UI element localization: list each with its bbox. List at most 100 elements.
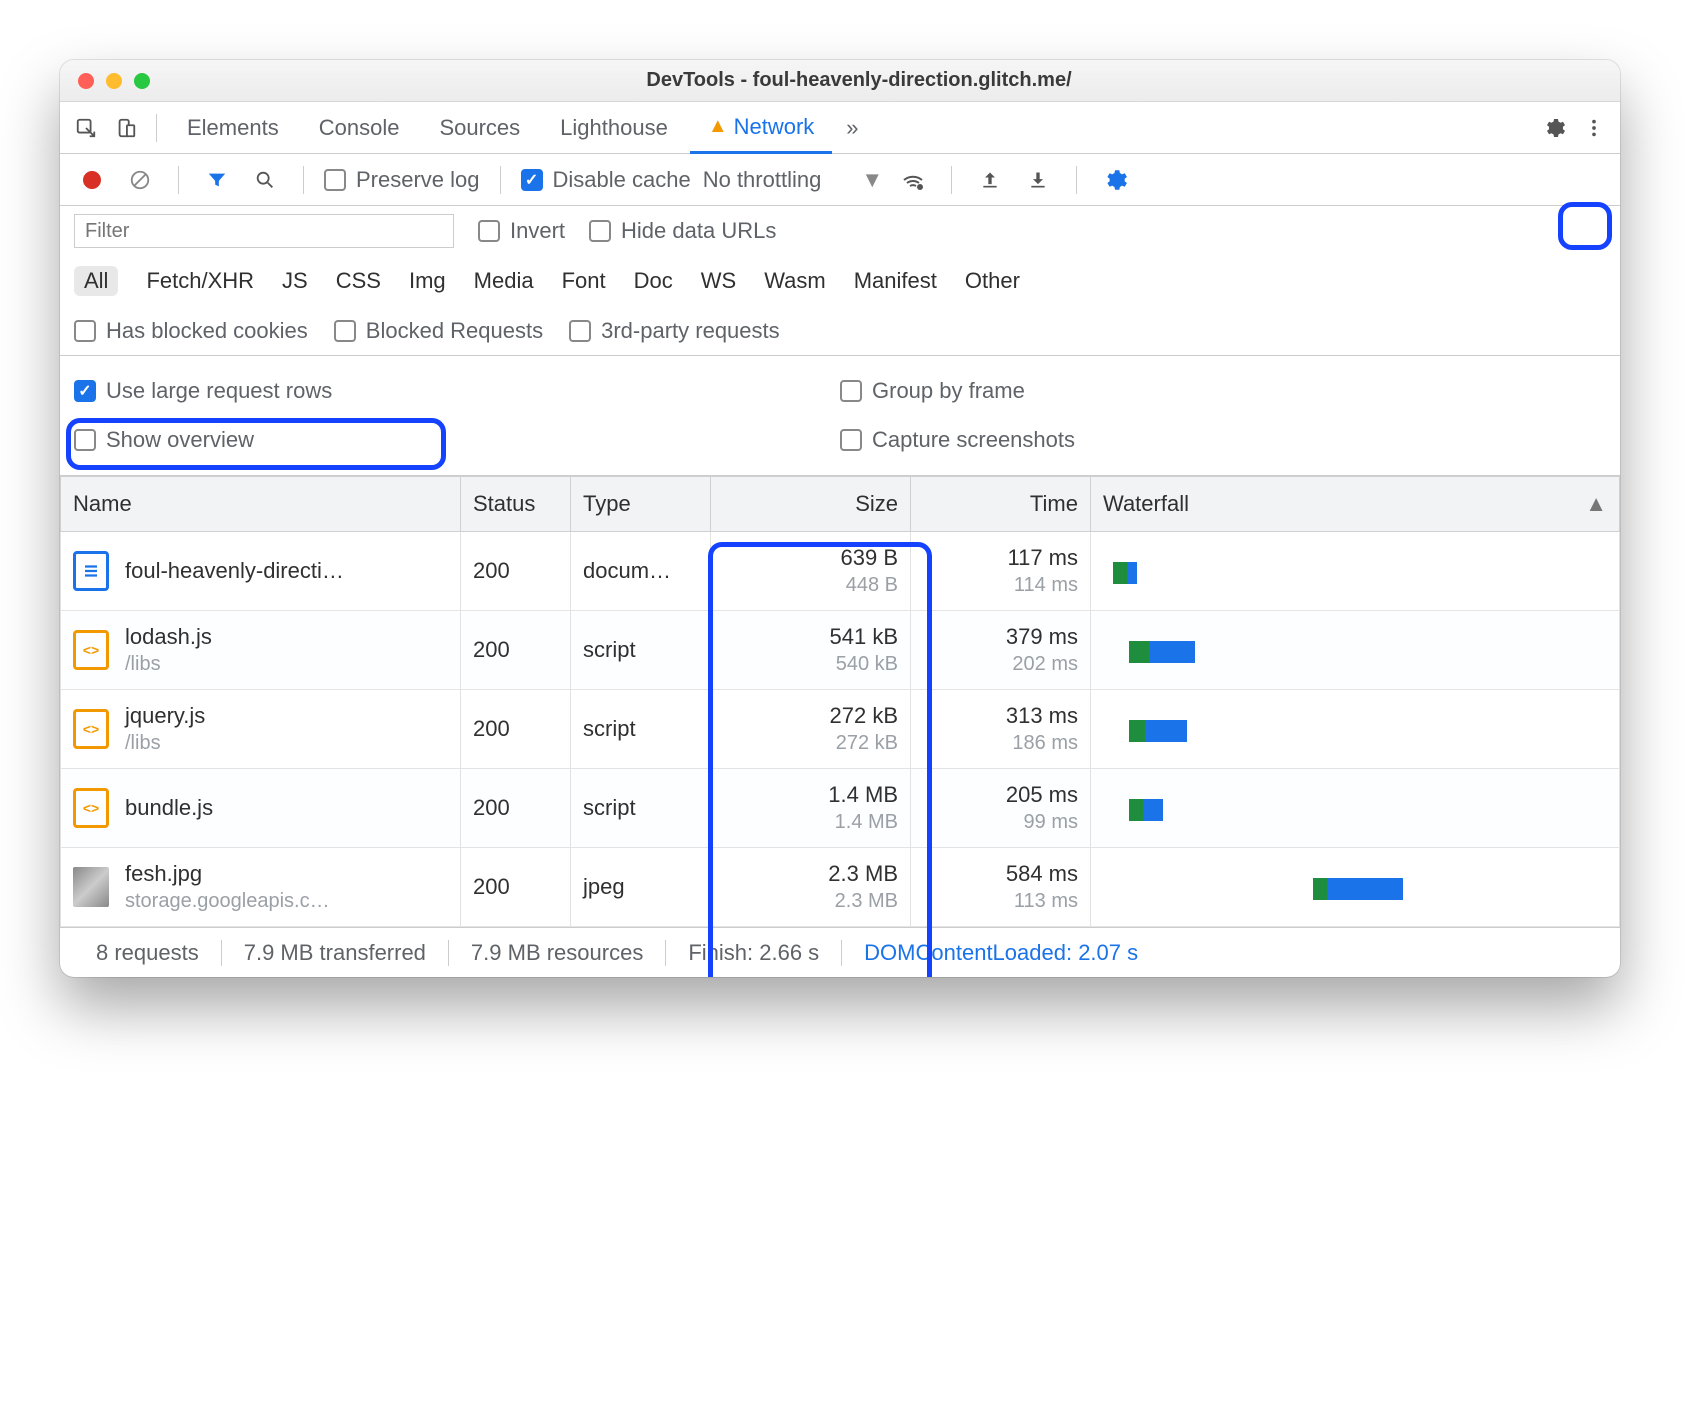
col-size[interactable]: Size xyxy=(711,477,911,532)
chevron-down-icon: ▼ xyxy=(861,167,883,193)
filter-input[interactable] xyxy=(74,214,454,248)
warning-icon: ▲ xyxy=(708,115,728,138)
preserve-log-checkbox[interactable]: Preserve log xyxy=(324,167,480,193)
panel-tabs: Elements Console Sources Lighthouse ▲Net… xyxy=(60,102,1620,154)
table-row[interactable]: <>bundle.js200script1.4 MB1.4 MB205 ms99… xyxy=(61,769,1620,848)
table-row[interactable]: fesh.jpgstorage.googleapis.c…200jpeg2.3 … xyxy=(61,848,1620,927)
cell-status: 200 xyxy=(461,769,571,848)
cell-size: 639 B xyxy=(841,543,899,573)
waterfall-cell xyxy=(1103,779,1607,837)
chip-fetch-xhr[interactable]: Fetch/XHR xyxy=(146,268,254,294)
waterfall-cell xyxy=(1103,621,1607,679)
cell-time-latency: 114 ms xyxy=(1014,572,1078,599)
tab-network[interactable]: ▲Network xyxy=(690,103,832,154)
import-har-icon[interactable] xyxy=(972,162,1008,198)
table-row[interactable]: <>jquery.js/libs200script272 kB272 kB313… xyxy=(61,690,1620,769)
filter-icon[interactable] xyxy=(199,162,235,198)
status-dcl: DOMContentLoaded: 2.07 s xyxy=(842,940,1160,966)
cell-status: 200 xyxy=(461,611,571,690)
tab-elements[interactable]: Elements xyxy=(169,102,297,153)
network-settings-icon[interactable] xyxy=(1097,162,1133,198)
inspect-icon[interactable] xyxy=(68,110,104,146)
chip-all[interactable]: All xyxy=(74,266,118,296)
status-bar: 8 requests 7.9 MB transferred 7.9 MB res… xyxy=(60,927,1620,977)
cell-status: 200 xyxy=(461,690,571,769)
device-toggle-icon[interactable] xyxy=(108,110,144,146)
chip-other[interactable]: Other xyxy=(965,268,1020,294)
network-conditions-icon[interactable] xyxy=(895,162,931,198)
cell-time-latency: 186 ms xyxy=(1012,730,1078,757)
capture-screenshots-checkbox[interactable]: Capture screenshots xyxy=(840,427,1606,453)
clear-button[interactable] xyxy=(122,162,158,198)
cell-size: 272 kB xyxy=(830,701,899,731)
tab-console[interactable]: Console xyxy=(301,102,418,153)
status-resources: 7.9 MB resources xyxy=(449,940,666,966)
cell-time: 584 ms xyxy=(1006,859,1078,889)
network-toolbar: Preserve log Disable cache No throttling… xyxy=(60,154,1620,206)
invert-checkbox[interactable]: Invert xyxy=(478,218,565,244)
large-rows-checkbox[interactable]: Use large request rows xyxy=(74,378,840,404)
maximize-window-button[interactable] xyxy=(134,73,150,89)
settings-icon[interactable] xyxy=(1536,110,1572,146)
minimize-window-button[interactable] xyxy=(106,73,122,89)
request-name: lodash.js xyxy=(125,622,212,652)
search-icon[interactable] xyxy=(247,162,283,198)
request-path: storage.googleapis.c… xyxy=(125,888,330,915)
chip-js[interactable]: JS xyxy=(282,268,308,294)
throttling-select[interactable]: No throttling▼ xyxy=(703,167,883,193)
cell-size-uncompressed: 448 B xyxy=(846,572,898,599)
chip-media[interactable]: Media xyxy=(474,268,534,294)
cell-type: script xyxy=(571,769,711,848)
col-waterfall[interactable]: Waterfall▲ xyxy=(1091,477,1620,532)
cell-time-latency: 113 ms xyxy=(1014,888,1078,915)
table-row[interactable]: <>lodash.js/libs200script541 kB540 kB379… xyxy=(61,611,1620,690)
disable-cache-checkbox[interactable]: Disable cache xyxy=(521,167,691,193)
kebab-menu-icon[interactable] xyxy=(1576,110,1612,146)
close-window-button[interactable] xyxy=(78,73,94,89)
image-icon xyxy=(73,867,109,907)
chip-font[interactable]: Font xyxy=(562,268,606,294)
waterfall-cell xyxy=(1103,700,1607,758)
request-name: bundle.js xyxy=(125,793,213,823)
cell-size-uncompressed: 540 kB xyxy=(836,651,898,678)
export-har-icon[interactable] xyxy=(1020,162,1056,198)
col-name[interactable]: Name xyxy=(61,477,461,532)
col-type[interactable]: Type xyxy=(571,477,711,532)
chip-doc[interactable]: Doc xyxy=(634,268,673,294)
tab-lighthouse[interactable]: Lighthouse xyxy=(542,102,686,153)
tab-sources[interactable]: Sources xyxy=(421,102,538,153)
col-status[interactable]: Status xyxy=(461,477,571,532)
show-overview-checkbox[interactable]: Show overview xyxy=(74,427,840,453)
titlebar: DevTools - foul-heavenly-direction.glitc… xyxy=(60,60,1620,102)
chip-wasm[interactable]: Wasm xyxy=(764,268,826,294)
cell-size: 541 kB xyxy=(830,622,899,652)
cell-status: 200 xyxy=(461,848,571,927)
filter-row: Invert Hide data URLs xyxy=(60,206,1620,256)
request-name: foul-heavenly-directi… xyxy=(125,556,344,586)
cell-time: 313 ms xyxy=(1006,701,1078,731)
chip-css[interactable]: CSS xyxy=(336,268,381,294)
waterfall-cell xyxy=(1103,858,1607,916)
record-button[interactable] xyxy=(74,162,110,198)
chip-ws[interactable]: WS xyxy=(701,268,736,294)
cell-type: script xyxy=(571,611,711,690)
separator xyxy=(156,114,157,142)
cell-size-uncompressed: 2.3 MB xyxy=(835,888,898,915)
cell-type: script xyxy=(571,690,711,769)
script-icon: <> xyxy=(73,630,109,670)
table-row[interactable]: foul-heavenly-directi…200docum…639 B448 … xyxy=(61,532,1620,611)
blocked-cookies-checkbox[interactable]: Has blocked cookies xyxy=(74,318,308,344)
network-settings-panel: Use large request rows Show overview Gro… xyxy=(60,356,1620,476)
cell-size: 1.4 MB xyxy=(828,780,898,810)
blocked-requests-checkbox[interactable]: Blocked Requests xyxy=(334,318,543,344)
cell-status: 200 xyxy=(461,532,571,611)
cell-type: jpeg xyxy=(571,848,711,927)
chip-img[interactable]: Img xyxy=(409,268,446,294)
third-party-checkbox[interactable]: 3rd-party requests xyxy=(569,318,780,344)
group-by-frame-checkbox[interactable]: Group by frame xyxy=(840,378,1606,404)
hide-data-urls-checkbox[interactable]: Hide data URLs xyxy=(589,218,776,244)
cell-time: 205 ms xyxy=(1006,780,1078,810)
more-tabs-button[interactable]: » xyxy=(836,102,868,153)
col-time[interactable]: Time xyxy=(911,477,1091,532)
chip-manifest[interactable]: Manifest xyxy=(854,268,937,294)
